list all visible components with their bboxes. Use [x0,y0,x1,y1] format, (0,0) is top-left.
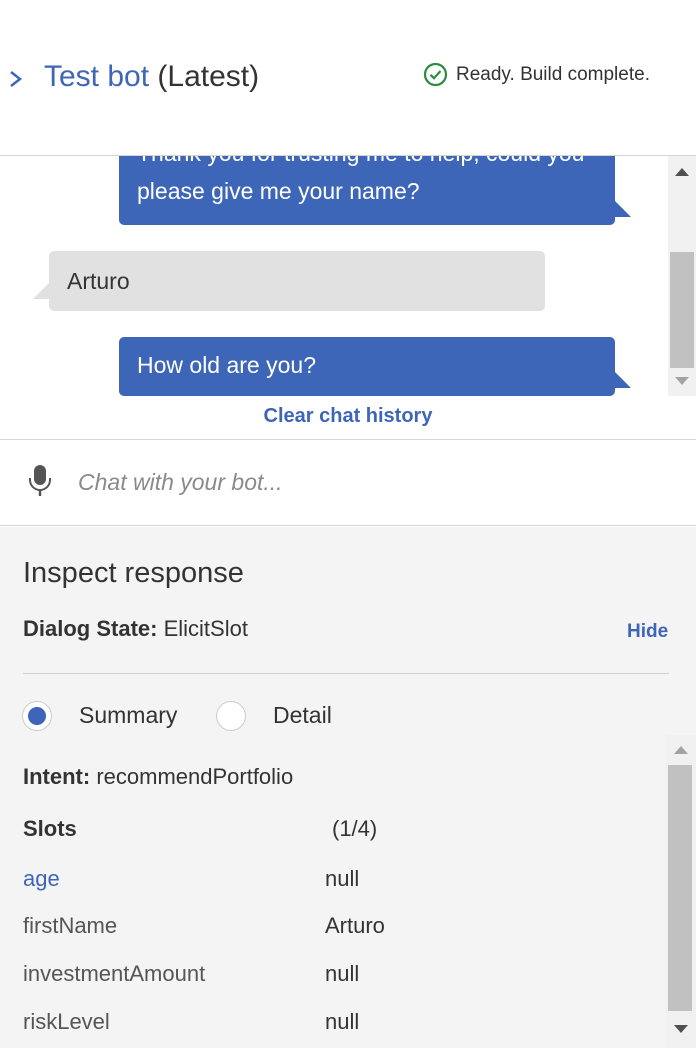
scroll-down-arrow-icon[interactable] [675,377,689,385]
status-text: Ready. Build complete. [456,63,650,85]
slot-name-risklevel: riskLevel [23,1009,110,1034]
clear-chat-history-link[interactable]: Clear chat history [0,405,696,428]
summary-radio-label[interactable]: Summary [79,702,177,729]
slots-heading: Slots [23,816,77,841]
bot-message: Thank you for trusting me to help, could… [119,156,631,225]
test-bot-header: Test bot (Latest) Ready. Build complete. [0,0,696,156]
scroll-down-arrow-icon[interactable] [674,1025,688,1033]
chat-input-bar [0,440,696,526]
microphone-icon[interactable] [28,464,52,498]
test-bot-link[interactable]: Test bot [44,60,149,93]
version-label: (Latest) [149,60,260,93]
hide-button[interactable]: Hide [627,621,668,643]
scroll-up-arrow-icon[interactable] [675,168,689,176]
scrollbar-thumb[interactable] [670,252,694,368]
slot-value-firstname: Arturo [325,913,385,938]
scrollbar-thumb[interactable] [668,765,692,1011]
chevron-right-icon[interactable] [6,64,26,94]
dialog-state-label: Dialog State: [23,616,158,641]
clear-chat-history-label: Clear chat history [263,405,433,427]
slot-value-age: null [325,866,360,891]
chat-history: Thank you for trusting me to help, could… [0,156,696,440]
inspect-response-panel: Inspect response Dialog State: ElicitSlo… [0,527,696,1048]
panel-title: Test bot (Latest) [44,58,259,96]
inspect-response-title: Inspect response [23,557,244,589]
intent-value: recommendPortfolio [90,764,294,789]
detail-radio-label[interactable]: Detail [273,702,332,729]
detail-radio[interactable] [216,701,246,731]
slots-count: (1/4) [332,816,378,841]
slot-name-age[interactable]: age [23,866,60,892]
intent-label: Intent: [23,764,91,789]
summary-radio[interactable] [22,701,52,731]
slot-name-investmentamount: investmentAmount [23,961,206,986]
chat-scrollbar[interactable] [668,156,696,396]
dialog-state: Dialog State: ElicitSlot [23,616,248,642]
scroll-up-arrow-icon[interactable] [674,746,688,754]
build-status: Ready. Build complete. [423,62,650,87]
slot-name-firstname: firstName [23,913,118,938]
slot-value-risklevel: null [325,1009,360,1034]
inspect-scrollbar[interactable] [666,735,696,1048]
user-message: Arturo [33,251,545,311]
chat-input[interactable] [78,462,668,502]
slot-value-investmentamount: null [325,961,360,986]
dialog-state-value: ElicitSlot [157,616,248,641]
bot-message: How old are you? [119,337,631,396]
divider [23,673,669,674]
check-circle-icon [423,62,448,87]
intent-row: Intent: recommendPortfolio [23,764,293,790]
